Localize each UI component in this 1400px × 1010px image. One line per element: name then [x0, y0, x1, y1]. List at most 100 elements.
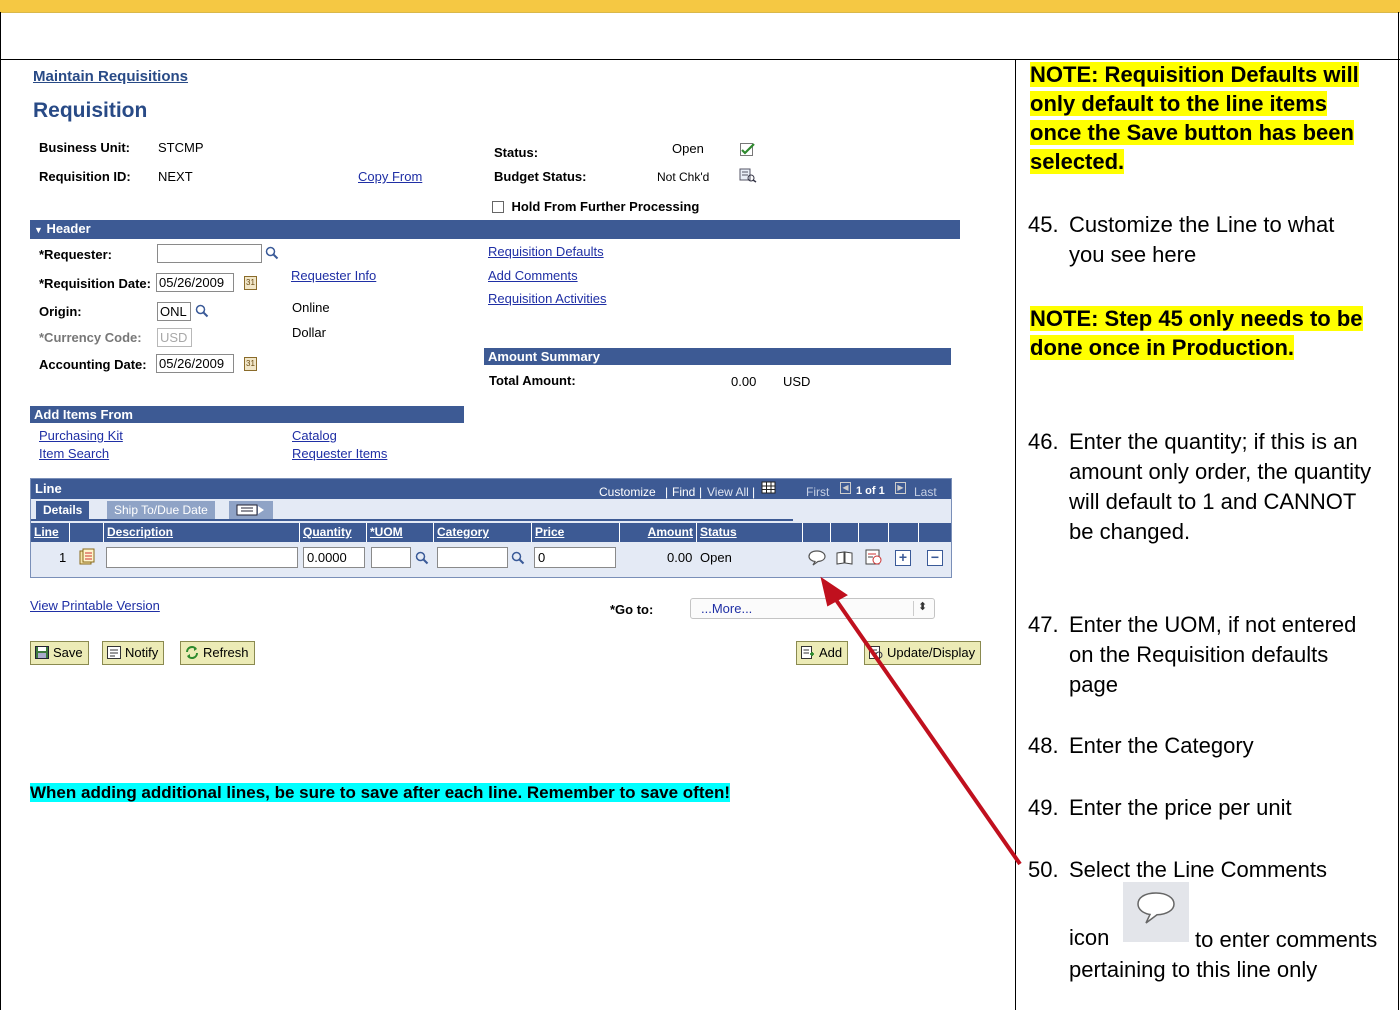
item-search-link[interactable]: Item Search: [39, 446, 109, 461]
column-header-status[interactable]: Status: [697, 523, 803, 542]
hold-checkbox[interactable]: Hold From Further Processing: [492, 198, 699, 216]
requester-input[interactable]: [157, 244, 262, 263]
description-input[interactable]: [106, 547, 298, 568]
requester-items-link[interactable]: Requester Items: [292, 446, 387, 461]
status-value: Open: [672, 141, 704, 156]
step-48: 48. Enter the Category: [1028, 731, 1254, 761]
update-display-button-label: Update/Display: [887, 645, 976, 660]
find-link[interactable]: Find: [672, 485, 695, 499]
step-number: 46.: [1028, 429, 1059, 454]
notify-button[interactable]: Notify: [102, 641, 165, 665]
add-page-icon: [801, 646, 814, 659]
column-header-uom[interactable]: *UOM: [367, 523, 434, 542]
previous-arrow-icon[interactable]: ◀: [840, 482, 851, 494]
column-header-icon: [803, 523, 831, 542]
goto-select[interactable]: ...More... ⬍: [690, 598, 935, 619]
category-input[interactable]: [437, 547, 508, 568]
budget-status-value: Not Chk'd: [657, 170, 710, 184]
requisition-date-calendar-icon[interactable]: 31: [244, 276, 257, 290]
purchasing-kit-link[interactable]: Purchasing Kit: [39, 428, 123, 443]
status-label: Status:: [494, 145, 539, 160]
page-title: Requisition: [33, 99, 148, 122]
requester-info-link[interactable]: Requester Info: [291, 268, 376, 283]
column-header-amount[interactable]: Amount: [620, 523, 697, 542]
requisition-defaults-link[interactable]: Requisition Defaults: [488, 244, 604, 259]
tab-details[interactable]: Details: [36, 501, 90, 519]
accounting-date-calendar-icon[interactable]: 31: [244, 357, 257, 371]
column-header-quantity[interactable]: Quantity: [300, 523, 367, 542]
view-all-link[interactable]: View All: [707, 485, 749, 499]
goto-select-value: ...More...: [701, 601, 753, 616]
table-column-divider: [1015, 59, 1016, 1010]
grid-view-icon[interactable]: [761, 481, 777, 495]
step-text: Enter the Category: [1069, 733, 1254, 758]
total-amount-value: 0.00: [731, 374, 757, 389]
line-status: Open: [700, 550, 732, 565]
category-lookup-icon[interactable]: [511, 551, 525, 565]
budget-status-label: Budget Status:: [494, 169, 587, 184]
column-header-icon: [919, 523, 951, 542]
quantity-input[interactable]: 0.0000: [303, 547, 365, 568]
column-header-description[interactable]: Description: [104, 523, 300, 542]
accounting-date-input[interactable]: 05/26/2009: [156, 354, 234, 373]
show-all-columns-tab[interactable]: [229, 501, 273, 519]
step-text: Enter the quantity; if this is an amount…: [1069, 429, 1372, 544]
add-comments-link[interactable]: Add Comments: [488, 268, 578, 283]
note-defaults-text: NOTE: Requisition Defaults will only def…: [1030, 62, 1359, 174]
currency-code-label: *Currency Code:: [39, 330, 142, 345]
column-header-price[interactable]: Price: [532, 523, 620, 542]
column-header-icon: [889, 523, 919, 542]
customize-link[interactable]: Customize: [599, 485, 656, 499]
nav-separator: |: [665, 485, 669, 499]
column-header-category[interactable]: Category: [434, 523, 532, 542]
header-section-title: Header: [46, 221, 91, 236]
document-top-bar: [0, 0, 1400, 12]
uom-input[interactable]: [371, 547, 411, 568]
uom-lookup-icon[interactable]: [415, 551, 429, 565]
requester-lookup-icon[interactable]: [265, 246, 279, 260]
nav-separator: |: [699, 485, 703, 499]
check-icon: [740, 143, 755, 156]
line-details-icon[interactable]: [79, 548, 95, 566]
last-link[interactable]: Last: [914, 485, 937, 499]
breadcrumb-maintain-requisitions[interactable]: Maintain Requisitions: [33, 68, 188, 85]
requisition-date-input[interactable]: 05/26/2009: [156, 273, 234, 292]
price-input[interactable]: 0: [534, 547, 616, 568]
view-printable-version-link[interactable]: View Printable Version: [30, 598, 160, 613]
origin-lookup-icon[interactable]: [195, 304, 209, 318]
collapse-arrow-icon[interactable]: ▼: [34, 225, 43, 235]
hold-checkbox-box[interactable]: [492, 201, 504, 213]
add-row-plus-icon[interactable]: +: [895, 550, 911, 566]
tab-ship-to-due-date[interactable]: Ship To/Due Date: [107, 501, 215, 519]
chevron-updown-icon: ⬍: [918, 601, 928, 613]
first-link[interactable]: First: [806, 485, 829, 499]
row-count: 1 of 1: [856, 485, 885, 497]
line-comments-icon[interactable]: [807, 549, 827, 567]
delete-row-minus-icon[interactable]: −: [927, 550, 943, 566]
origin-input[interactable]: ONL: [157, 302, 191, 321]
catalog-link[interactable]: Catalog: [292, 428, 337, 443]
column-header-line[interactable]: Line: [31, 523, 70, 542]
copy-from-link[interactable]: Copy From: [358, 169, 422, 184]
header-section-bar[interactable]: ▼ Header: [30, 220, 960, 239]
save-button[interactable]: Save: [30, 641, 89, 665]
requisition-id-value: NEXT: [158, 169, 193, 184]
budget-check-icon[interactable]: [739, 168, 757, 183]
step-number: 50.: [1028, 857, 1059, 882]
update-display-button[interactable]: Update/Display: [864, 641, 982, 665]
requisition-activities-link[interactable]: Requisition Activities: [488, 291, 607, 306]
catalog-book-icon[interactable]: [836, 550, 854, 565]
next-arrow-icon[interactable]: ▶: [895, 482, 906, 494]
refresh-button[interactable]: Refresh: [180, 641, 255, 665]
add-button[interactable]: Add: [796, 641, 849, 665]
step-number: 45.: [1028, 212, 1059, 237]
currency-description: Dollar: [292, 325, 326, 340]
step-text: Enter the UOM, if not entered on the Req…: [1069, 612, 1357, 697]
nav-separator: |: [752, 485, 756, 499]
step-50: 50. Select the Line Comments: [1028, 855, 1327, 885]
schedule-icon[interactable]: [865, 549, 883, 566]
column-header-blank: [70, 523, 104, 542]
show-all-columns-icon[interactable]: [236, 504, 266, 516]
column-header-icon: [831, 523, 859, 542]
save-button-label: Save: [53, 645, 83, 660]
